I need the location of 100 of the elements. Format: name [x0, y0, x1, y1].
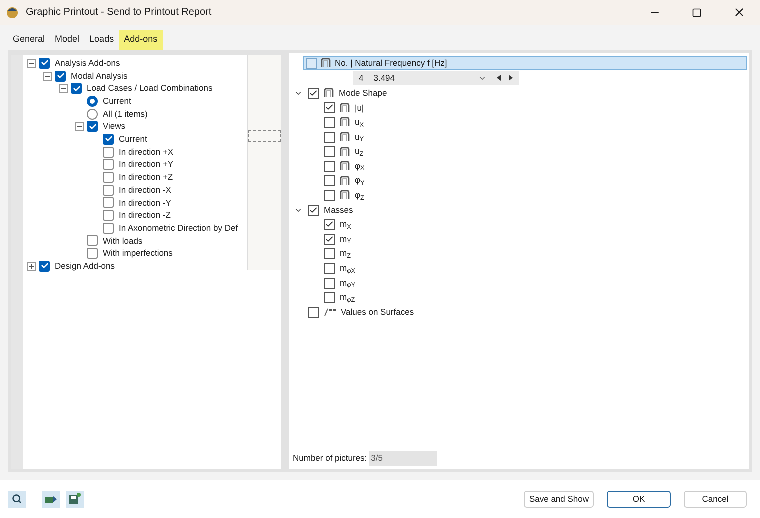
result-item-label[interactable]: m$_{Y}$ — [340, 232, 352, 246]
tab[interactable]: Loads — [84, 30, 120, 50]
tab[interactable]: General — [8, 30, 50, 50]
checkbox[interactable] — [103, 210, 114, 222]
checkbox[interactable] — [324, 175, 335, 186]
tree-item-label[interactable]: Current — [103, 95, 132, 108]
result-item-label[interactable]: u$_{Y}$ — [355, 130, 364, 144]
checkbox[interactable] — [308, 88, 319, 99]
checkbox[interactable] — [71, 83, 82, 94]
checkbox[interactable] — [103, 159, 114, 170]
tree-item-label[interactable]: Views — [103, 120, 126, 134]
tree-item-label[interactable]: Load Cases / Load Combinations — [87, 82, 213, 96]
checkbox[interactable] — [103, 222, 114, 234]
dialog-button[interactable]: OK — [607, 490, 671, 508]
close-icon — [732, 6, 746, 19]
result-item-label[interactable]: m$_{φX}$ — [340, 262, 356, 275]
checkbox[interactable] — [324, 248, 335, 260]
maximize-icon — [692, 8, 702, 18]
checkbox[interactable] — [324, 146, 335, 158]
collapse-toggle[interactable] — [74, 122, 84, 132]
result-item-label[interactable]: φ$_{X}$ — [355, 160, 365, 173]
drop-placeholder — [248, 130, 281, 142]
result-item-label[interactable]: m$_{φZ}$ — [340, 291, 356, 304]
checkbox[interactable] — [87, 121, 98, 132]
collapse-toggle[interactable] — [58, 84, 68, 94]
export-button[interactable] — [42, 490, 60, 508]
checkbox[interactable] — [39, 58, 50, 69]
export-icon — [45, 494, 57, 504]
checkbox[interactable] — [39, 260, 50, 272]
tab[interactable]: Add-ons — [119, 30, 163, 50]
tree-item-label[interactable]: Current — [119, 133, 148, 146]
next-icon[interactable] — [508, 75, 513, 81]
tree-item-label[interactable]: In Axonometric Direction by Def — [119, 222, 238, 235]
frame-icon — [340, 176, 350, 186]
checkbox[interactable] — [103, 172, 114, 184]
collapse-toggle[interactable] — [42, 72, 52, 81]
frame-icon — [324, 88, 334, 98]
checkbox[interactable] — [324, 292, 335, 304]
tree-item-label[interactable]: With imperfections — [103, 247, 173, 260]
tree-item-label[interactable]: Design Add-ons — [55, 260, 116, 273]
checkbox[interactable] — [103, 197, 114, 208]
result-item-label[interactable]: φ$_{Z}$ — [355, 189, 364, 202]
tree-item-label[interactable]: In direction +Y — [119, 158, 174, 172]
checkbox[interactable] — [324, 102, 335, 114]
result-item-label[interactable]: u$_{X}$ — [355, 116, 364, 129]
dialog-button[interactable]: Save and Show — [524, 490, 594, 508]
checkbox[interactable] — [324, 132, 335, 143]
tree-item-label[interactable]: In direction +Z — [119, 171, 174, 184]
surface-values-icon — [324, 308, 336, 316]
header-row[interactable]: No. | Natural Frequency f [Hz] — [303, 56, 747, 70]
radio-button[interactable] — [87, 108, 98, 120]
expand-toggle[interactable] — [26, 262, 36, 271]
result-item-label[interactable]: Mode Shape — [339, 86, 388, 100]
checkbox[interactable] — [324, 116, 335, 128]
checkbox[interactable] — [324, 219, 335, 230]
frame-icon — [340, 102, 350, 113]
tree-item-label[interactable]: In direction +X — [119, 146, 174, 159]
header-label: No. | Natural Frequency f [Hz] — [335, 56, 448, 70]
checkbox[interactable] — [87, 235, 98, 246]
dialog-button[interactable]: Cancel — [684, 490, 747, 508]
checkbox[interactable] — [324, 278, 335, 289]
result-item-label[interactable]: Values on Surfaces — [341, 306, 414, 319]
checkbox[interactable] — [324, 234, 335, 245]
tree-item-label[interactable]: In direction -Y — [119, 196, 172, 210]
frame-icon — [340, 117, 350, 128]
result-item-label[interactable]: m$_{X}$ — [340, 218, 352, 232]
checkbox[interactable] — [103, 134, 114, 145]
pictures-field: 3/5 — [369, 451, 438, 466]
result-item-label[interactable]: u$_{Z}$ — [355, 145, 364, 158]
tree-item-label[interactable]: With loads — [103, 234, 143, 248]
tree-item-label[interactable]: In direction -X — [119, 184, 172, 197]
checkbox[interactable] — [324, 262, 335, 274]
result-item-label[interactable]: m$_{φY}$ — [340, 276, 356, 290]
previous-icon[interactable] — [497, 75, 502, 81]
help-button[interactable] — [8, 490, 26, 508]
checkbox[interactable] — [103, 184, 114, 196]
result-item-label[interactable]: |u| — [355, 102, 364, 114]
save-button[interactable] — [66, 490, 84, 508]
collapse-toggle[interactable] — [26, 58, 36, 68]
tree-item-label[interactable]: All (1 items) — [103, 108, 148, 120]
tab[interactable]: Model — [50, 30, 85, 50]
result-item-label[interactable]: Masses — [324, 204, 354, 216]
checkbox[interactable] — [308, 306, 319, 318]
checkbox[interactable] — [324, 190, 335, 201]
mode-selector[interactable]: 4 3.494 — [353, 71, 519, 85]
app-logo-icon — [6, 6, 19, 19]
result-item-label[interactable]: φ$_{Y}$ — [355, 174, 365, 188]
radio-button[interactable] — [87, 96, 98, 107]
checkbox[interactable] — [324, 160, 335, 172]
checkbox[interactable] — [103, 146, 114, 158]
search-icon — [12, 494, 22, 504]
checkbox[interactable] — [306, 58, 317, 68]
checkbox[interactable] — [87, 248, 98, 260]
result-item-label[interactable]: m$_{Z}$ — [340, 247, 351, 260]
tree-item-label[interactable]: Analysis Add-ons — [55, 56, 120, 70]
frame-icon — [321, 58, 331, 68]
tree-item-label[interactable]: In direction -Z — [119, 209, 171, 222]
tree-item-label[interactable]: Modal Analysis — [71, 70, 128, 82]
checkbox[interactable] — [55, 70, 66, 82]
checkbox[interactable] — [308, 204, 319, 216]
